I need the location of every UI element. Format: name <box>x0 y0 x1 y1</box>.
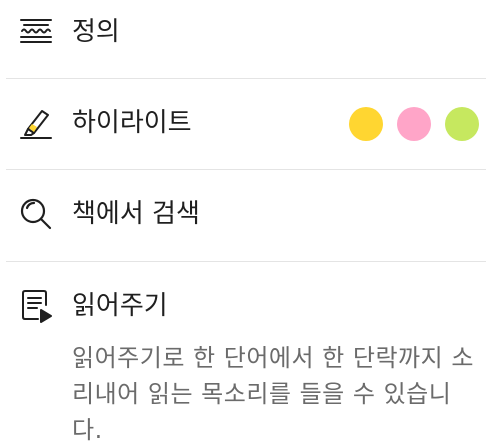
menu-item-read-aloud[interactable]: 읽어주기 <box>0 262 492 342</box>
highlight-color-pink[interactable] <box>397 107 431 141</box>
highlight-color-yellow[interactable] <box>349 107 383 141</box>
read-aloud-icon <box>18 288 54 324</box>
highlighter-icon <box>18 105 54 141</box>
dictionary-icon <box>18 14 54 50</box>
context-menu: 정의 하이라이트 책에서 검색 읽어주기 읽어주기로 한 단어에서 한 단락까지… <box>0 0 492 445</box>
read-aloud-description: 읽어주기로 한 단어에서 한 단락까지 소리내어 읽는 목소리를 들을 수 있습… <box>72 344 474 444</box>
highlight-color-green[interactable] <box>445 107 479 141</box>
menu-item-label: 하이라이트 <box>72 108 192 138</box>
menu-item-search-in-book[interactable]: 책에서 검색 <box>0 170 492 260</box>
menu-item-label: 읽어주기 <box>72 291 168 321</box>
search-icon <box>18 196 54 232</box>
menu-item-label: 책에서 검색 <box>72 199 200 229</box>
menu-item-label: 정의 <box>72 17 120 47</box>
menu-item-definition[interactable]: 정의 <box>0 0 492 78</box>
